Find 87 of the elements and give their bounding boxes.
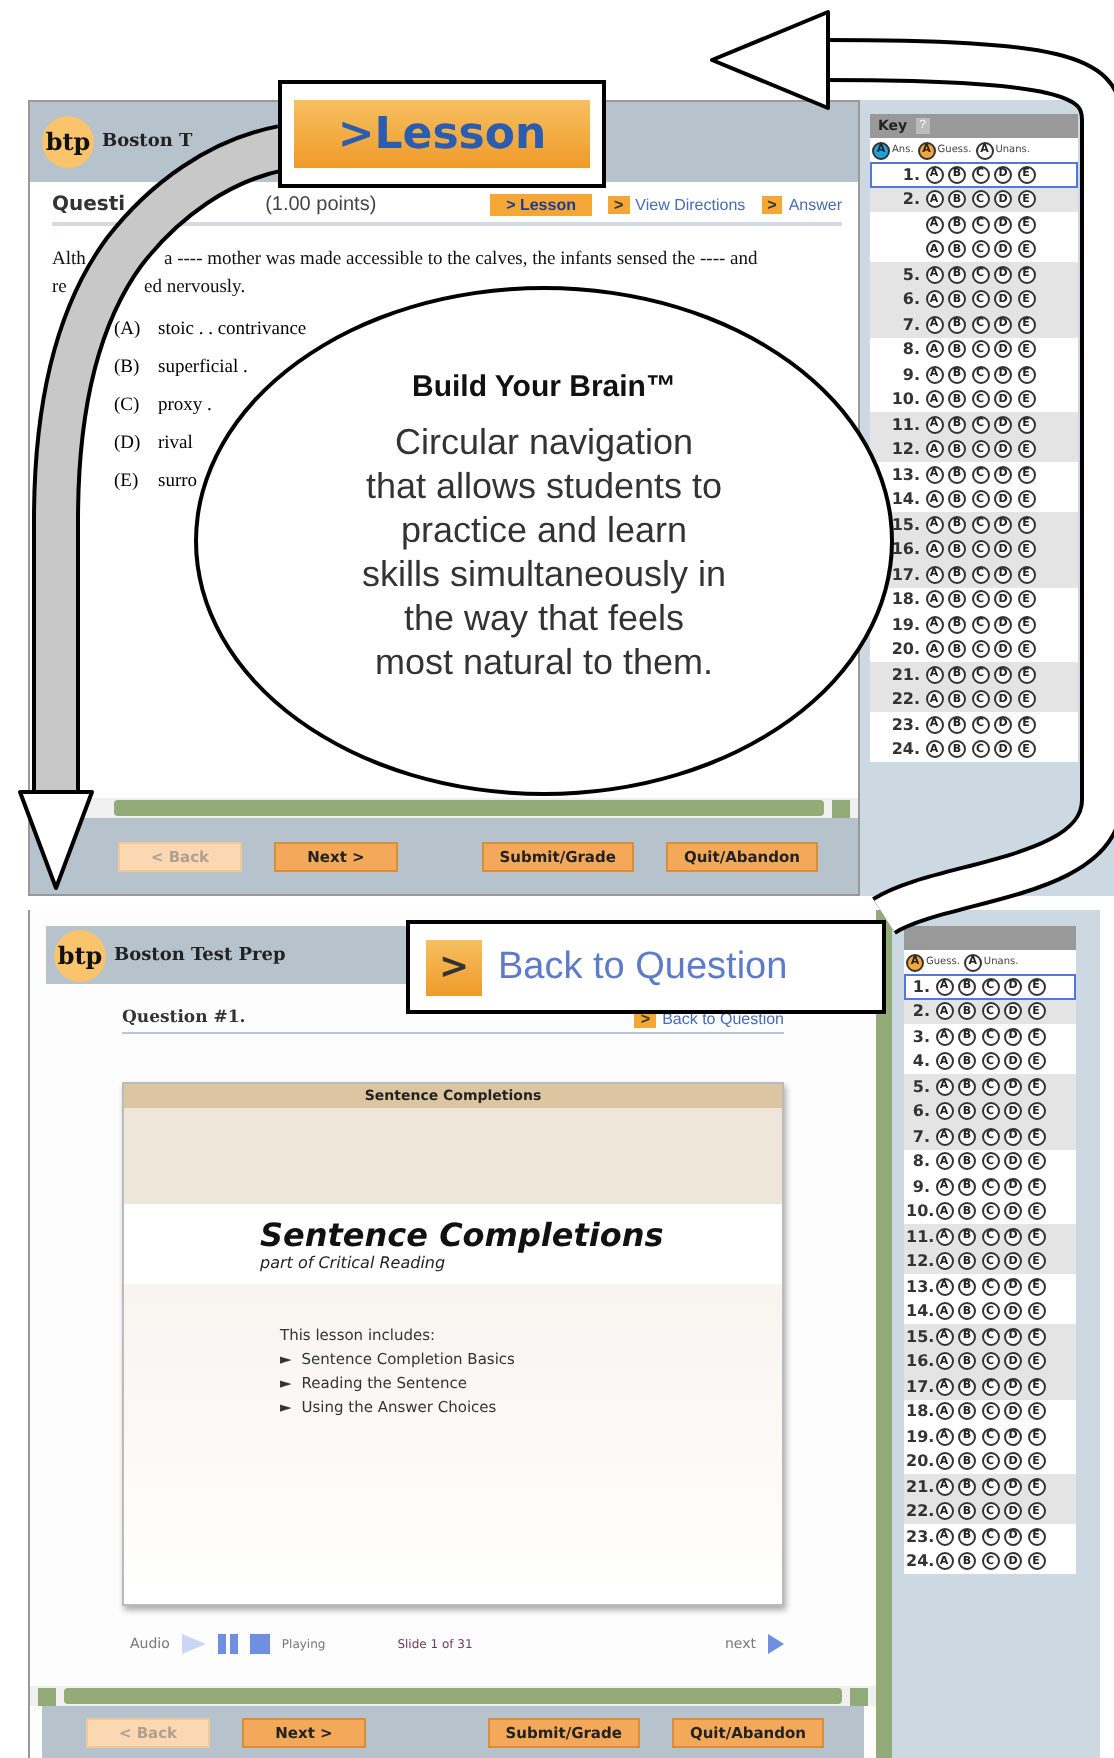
row-number: 23. (891, 715, 920, 734)
row-number: 14. (891, 490, 920, 509)
back-to-question-link[interactable]: Back to Question (498, 945, 788, 989)
question-text: ed nervously. (144, 276, 246, 302)
row-number: 22. (891, 690, 920, 709)
play-icon[interactable] (181, 1634, 206, 1654)
brand-name: Boston Test Prep (114, 945, 286, 965)
row-number: 21. (906, 1477, 935, 1496)
choice-letter: (D) (114, 434, 142, 454)
question-text: Alth (52, 248, 88, 274)
scroll-left-icon[interactable] (38, 1687, 56, 1705)
row-number: 17. (906, 1377, 935, 1396)
row-number: 7. (902, 315, 920, 334)
points-label: (1.00 points) (265, 194, 377, 216)
row-number: 15. (891, 515, 920, 534)
scrollbar-thumb[interactable] (64, 1688, 842, 1704)
row-number: 19. (891, 615, 920, 634)
choice-letter: (A) (114, 320, 142, 340)
nav-link[interactable]: Answer (788, 196, 842, 214)
row-number: 5. (902, 265, 920, 284)
row-number: 9. (912, 1177, 930, 1196)
arrow-marker-icon: > (761, 196, 783, 214)
row-number: 10. (906, 1202, 935, 1221)
logo-icon: btp (42, 116, 94, 168)
row-number: 5. (912, 1077, 930, 1096)
pause-icon[interactable] (217, 1634, 238, 1654)
row-number: 8. (902, 340, 920, 359)
logo-icon: btp (54, 929, 106, 981)
vertical-scrollbar[interactable] (876, 910, 892, 1758)
row-number: 17. (891, 565, 920, 584)
row-number: 7. (912, 1127, 930, 1146)
row-number: 18. (906, 1402, 935, 1421)
row-number: 24. (906, 1552, 935, 1571)
row-number: 16. (906, 1352, 935, 1371)
row-number: 4. (912, 1052, 930, 1071)
choice-text[interactable]: surro (158, 472, 198, 492)
row-number: 12. (891, 440, 920, 459)
row-number: 2. (912, 1002, 930, 1021)
next-arrow-icon[interactable] (768, 1634, 784, 1654)
arrow-marker-icon: > (426, 939, 482, 995)
choice-text[interactable]: stoic . . contrivance (158, 320, 307, 340)
row-number: 20. (891, 640, 920, 659)
row-number: 23. (906, 1527, 935, 1546)
row-number: 18. (891, 590, 920, 609)
question-text: re (52, 276, 69, 302)
slide-title: Sentence Completions (260, 1216, 666, 1254)
row-number: 21. (891, 665, 920, 684)
row-number: 1. (912, 977, 930, 996)
choice-letter: (C) (114, 396, 142, 416)
row-number: 13. (906, 1277, 935, 1296)
row-number: 14. (906, 1302, 935, 1321)
row-number: 12. (906, 1252, 935, 1271)
row-number: 11. (891, 415, 920, 434)
row-number: 15. (906, 1327, 935, 1346)
scrollbar-thumb[interactable] (114, 800, 824, 816)
scroll-right-icon[interactable] (850, 1687, 868, 1705)
row-number: 9. (902, 365, 920, 384)
choice-text[interactable]: proxy . (158, 396, 212, 416)
question-text: a ---- mother was made accessible to the calves, the infants sensed the ---- and (164, 248, 758, 274)
choice-letter: (E) (114, 472, 141, 492)
choice-text[interactable]: superficial . (158, 358, 248, 378)
row-number: 10. (891, 390, 920, 409)
bubble-title: Build Your Brain™ (412, 370, 676, 404)
lesson-link[interactable]: > Lesson (490, 194, 592, 216)
row-number: 20. (906, 1452, 935, 1471)
choice-text[interactable]: rival (158, 434, 193, 454)
question-title: Questi (52, 194, 126, 216)
row-number: 1. (902, 165, 920, 184)
choice-letter: (B) (114, 358, 142, 378)
brand-name: Boston T (102, 132, 193, 152)
question-title: Question #1. (122, 1008, 246, 1028)
bubble-text: Circular navigation that allows students to practice and learn skills simultaneously in the way that feels most natural to them. (361, 420, 727, 684)
arrow-marker-icon: > (607, 196, 630, 214)
row-number: 6. (912, 1102, 930, 1121)
stop-icon[interactable] (249, 1634, 270, 1654)
row-number: 22. (906, 1502, 935, 1521)
scroll-right-icon[interactable] (832, 799, 850, 817)
row-number: 3. (912, 1027, 930, 1046)
row-number: 13. (891, 465, 920, 484)
row-number: 19. (906, 1427, 935, 1446)
row-number: 24. (891, 740, 920, 759)
row-number: 2. (902, 190, 920, 209)
row-number: 8. (912, 1152, 930, 1171)
row-number: 6. (902, 290, 920, 309)
nav-link[interactable]: View Directions (635, 196, 746, 214)
slide-subtitle: part of Critical Reading (260, 1254, 448, 1272)
row-number: 11. (906, 1227, 935, 1246)
